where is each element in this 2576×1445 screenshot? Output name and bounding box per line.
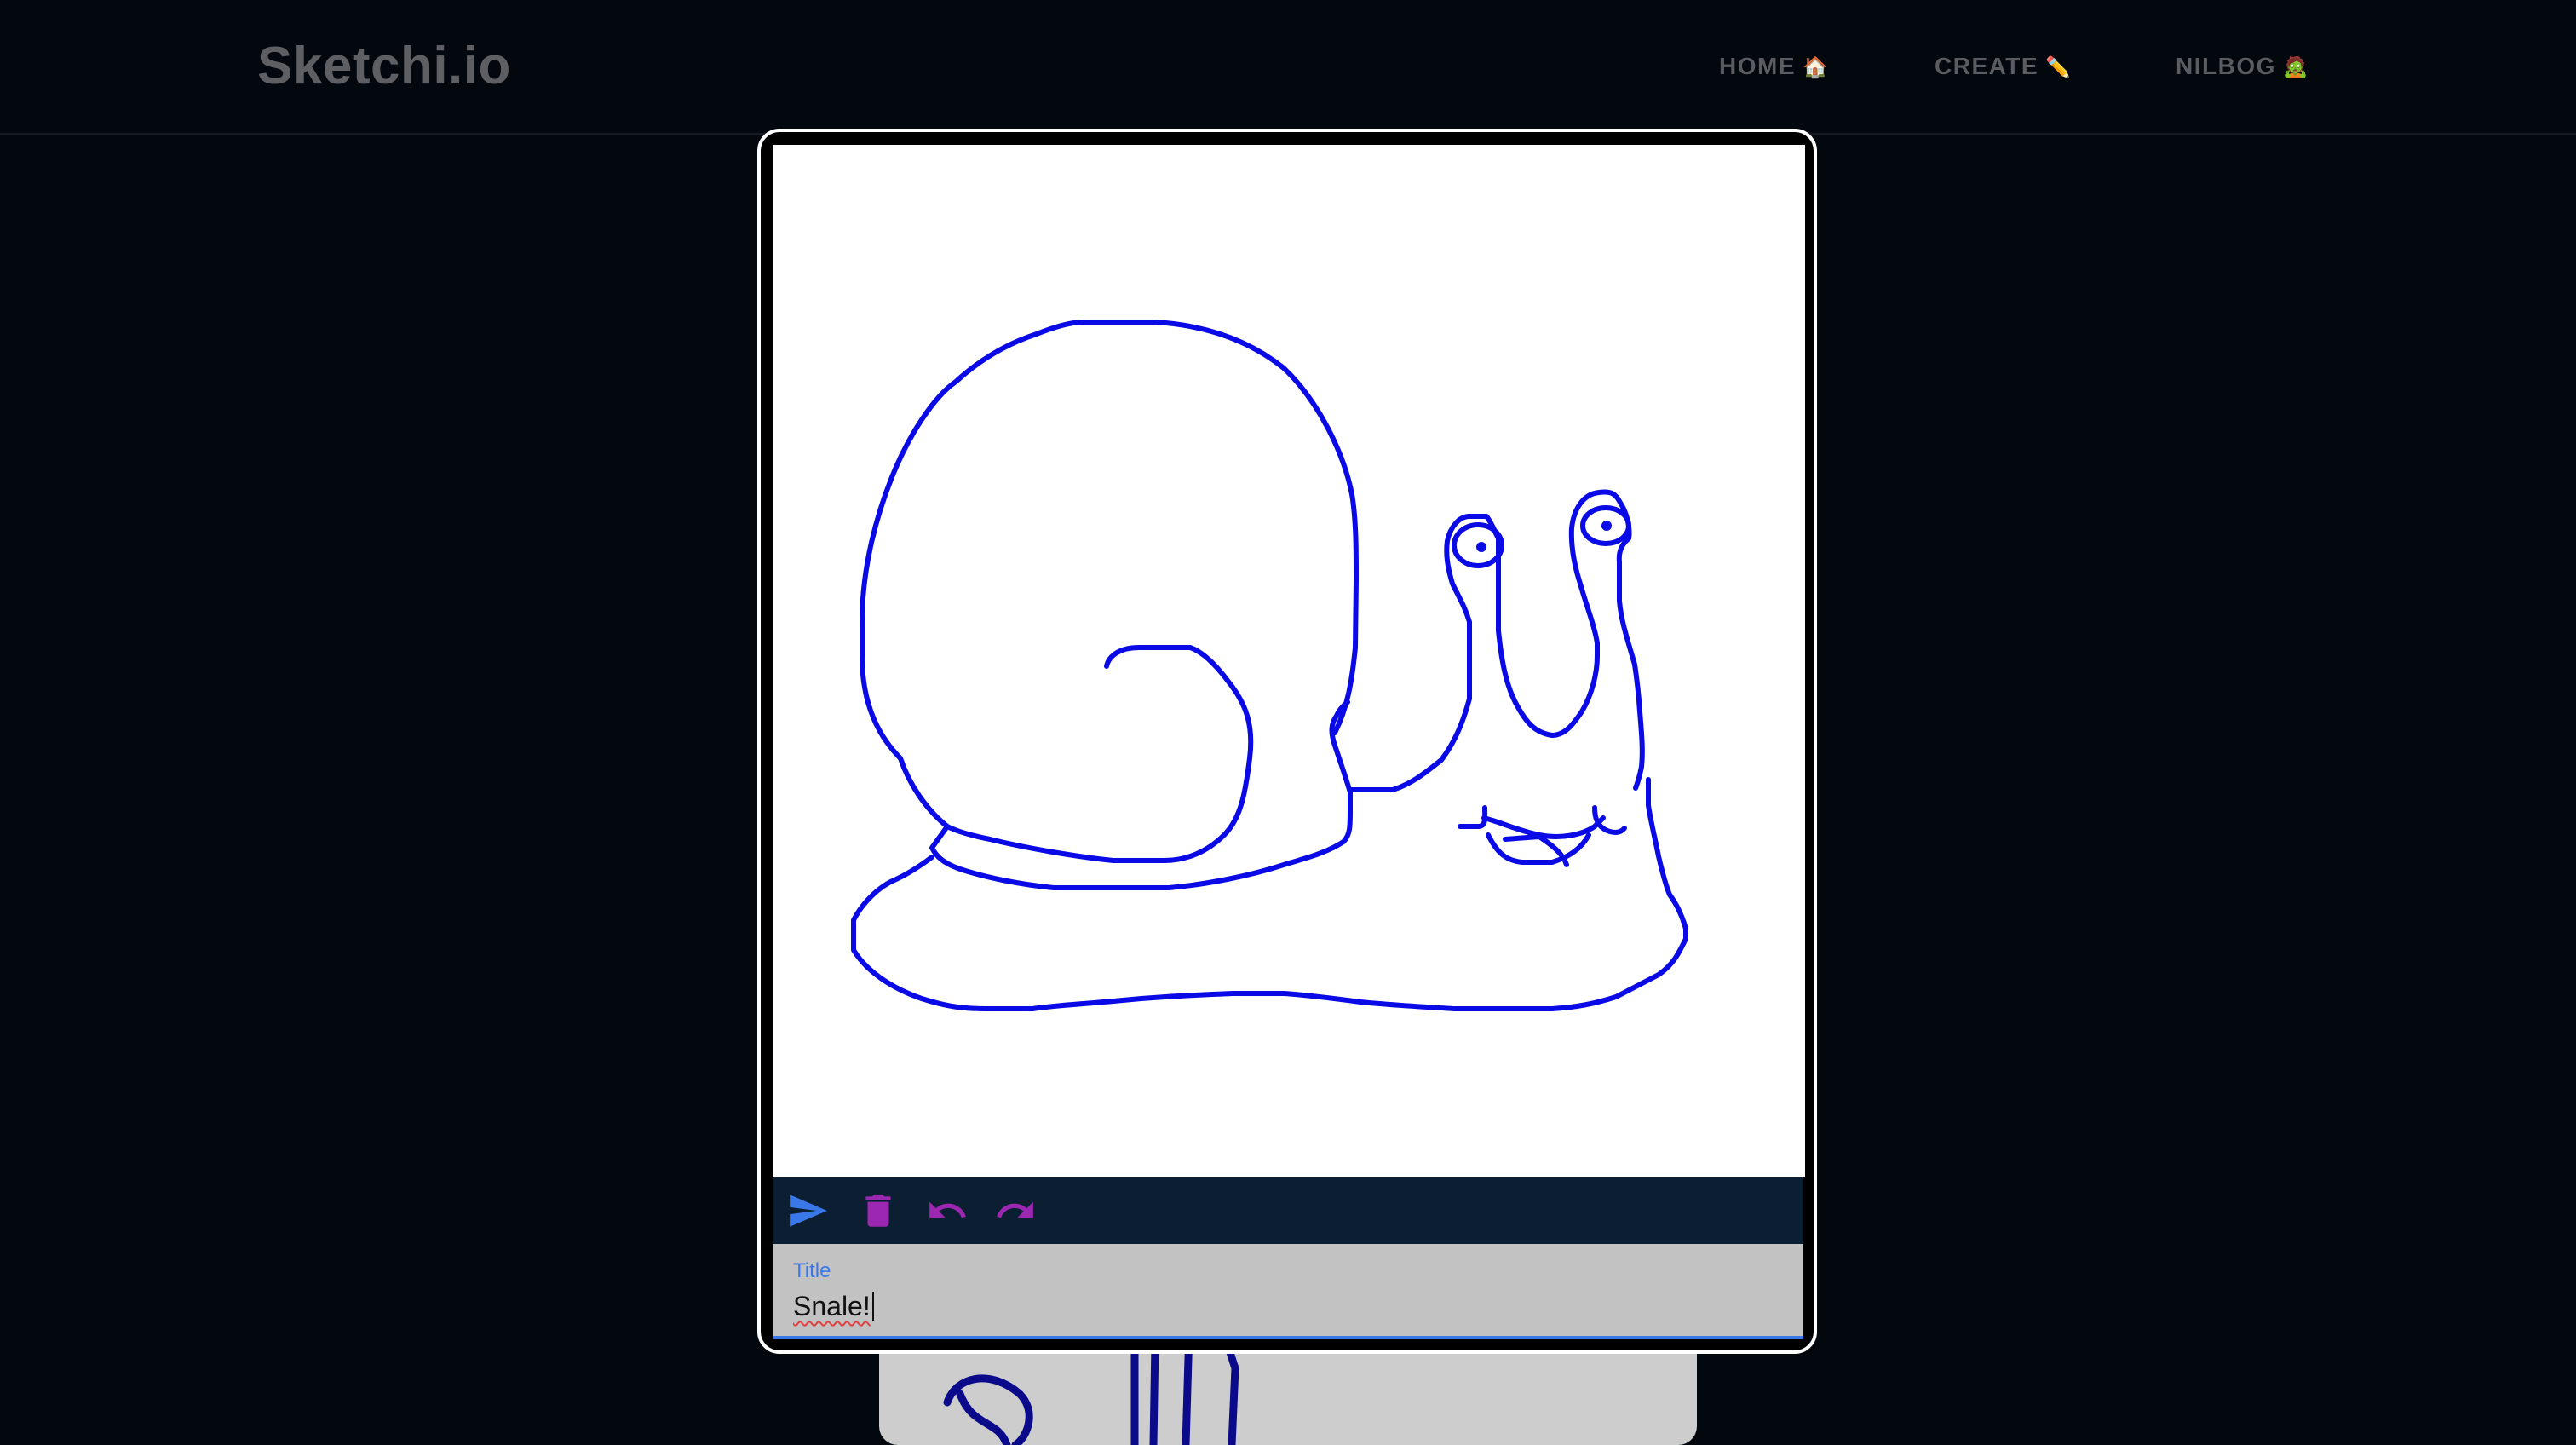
title-input-value: Snale!: [793, 1291, 871, 1321]
house-icon: 🏠: [1803, 56, 1830, 79]
drawing-canvas[interactable]: [773, 145, 1805, 1177]
nav-create-label: CREATE: [1935, 53, 2039, 79]
redo-icon[interactable]: [994, 1189, 1037, 1232]
trash-icon[interactable]: [857, 1189, 900, 1232]
title-field-label: Title: [793, 1259, 831, 1282]
nav-home[interactable]: HOME 🏠: [1719, 53, 1829, 80]
site-logo[interactable]: Sketchi.io: [257, 36, 511, 96]
title-field[interactable]: Title Snale!: [773, 1244, 1803, 1339]
pencil-icon: ✏️: [2045, 56, 2073, 79]
drawing-toolbar: [773, 1177, 1803, 1244]
snail-drawing: [851, 320, 1688, 1011]
nav-nilbog[interactable]: NILBOG 🧟: [2176, 53, 2309, 80]
nav-nilbog-label: NILBOG: [2176, 53, 2276, 79]
zombie-icon: 🧟: [2282, 56, 2310, 79]
send-icon[interactable]: [786, 1189, 829, 1232]
nav-create[interactable]: CREATE ✏️: [1935, 53, 2072, 80]
top-header: Sketchi.io HOME 🏠 CREATE ✏️ NILBOG 🧟: [0, 0, 2576, 135]
text-caret: [871, 1292, 874, 1321]
nav-home-label: HOME: [1719, 53, 1796, 79]
undo-icon[interactable]: [926, 1189, 969, 1232]
title-input[interactable]: Snale!: [793, 1291, 874, 1322]
